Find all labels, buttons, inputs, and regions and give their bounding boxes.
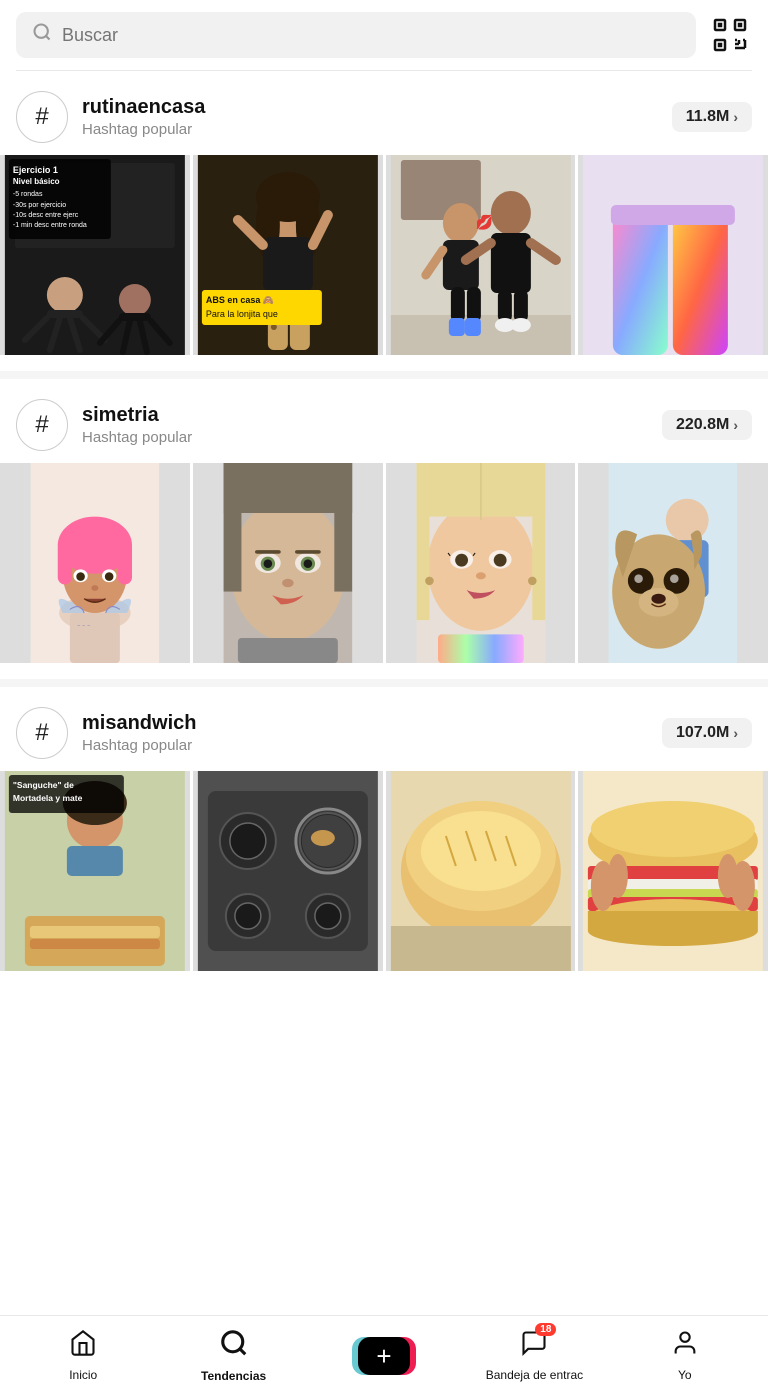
section-count-simetria[interactable]: 220.8M › [662, 410, 752, 440]
hashtag-icon-rutinaencasa: # [16, 91, 68, 143]
svg-text:"Sanguche" de: "Sanguche" de [13, 780, 74, 790]
nav-label-inicio: Inicio [69, 1368, 97, 1382]
thumb-item[interactable]: ABS en casa 🙈 Para la lonjita que [193, 155, 383, 355]
svg-text:💋: 💋 [475, 214, 492, 231]
home-icon [69, 1329, 97, 1364]
create-button[interactable]: + [358, 1337, 410, 1375]
section-header-misandwich: # misandwich Hashtag popular 107.0M › [0, 687, 768, 759]
thumb-item[interactable]: ~ ~ ~ [0, 463, 190, 663]
nav-item-tendencias[interactable]: Tendencias [158, 1328, 308, 1383]
search-container [0, 0, 768, 70]
thumb-item[interactable] [386, 771, 576, 971]
nav-item-inicio[interactable]: Inicio [8, 1329, 158, 1382]
section-count-rutinaencasa[interactable]: 11.8M › [672, 102, 752, 132]
svg-text:Mortadela y mate: Mortadela y mate [13, 793, 83, 803]
svg-text:~ ~ ~: ~ ~ ~ [77, 623, 91, 629]
thumb-grid-rutinaencasa: Ejercicio 1 Nivel básico -5 rondas -30s … [0, 155, 768, 355]
nav-item-inbox[interactable]: 18 Bandeja de entrac [459, 1329, 609, 1382]
search-bar[interactable] [16, 12, 696, 58]
section-misandwich: # misandwich Hashtag popular 107.0M › [0, 687, 768, 971]
bottom-nav: Inicio Tendencias + 18 Bandeja de entrac [0, 1315, 768, 1395]
section-count-misandwich[interactable]: 107.0M › [662, 718, 752, 748]
nav-item-yo[interactable]: Yo [610, 1329, 760, 1382]
svg-text:-10s desc entre ejerc: -10s desc entre ejerc [13, 212, 79, 219]
thumb-item[interactable] [386, 463, 576, 663]
section-simetria: # simetria Hashtag popular 220.8M › [0, 379, 768, 663]
svg-text:-30s por ejercicio: -30s por ejercicio [13, 202, 66, 209]
chevron-right-icon: › [733, 725, 738, 741]
inbox-badge: 18 [535, 1323, 556, 1336]
svg-text:Para la lonjita que: Para la lonjita que [206, 309, 278, 319]
thumb-item[interactable]: Ejercicio 1 Nivel básico -5 rondas -30s … [0, 155, 190, 355]
search-input[interactable] [62, 25, 680, 46]
search-icon [32, 22, 52, 48]
person-icon [671, 1329, 699, 1364]
thumb-item[interactable] [578, 155, 768, 355]
nav-label-tendencias: Tendencias [201, 1369, 266, 1383]
thumb-grid-simetria: ~ ~ ~ [0, 463, 768, 663]
section-title-rutinaencasa: rutinaencasa [82, 96, 205, 119]
section-subtitle-rutinaencasa: Hashtag popular [82, 121, 205, 138]
scan-icon[interactable] [708, 13, 752, 57]
chevron-right-icon: › [733, 417, 738, 433]
section-header-simetria: # simetria Hashtag popular 220.8M › [0, 379, 768, 451]
thumb-item[interactable] [578, 771, 768, 971]
svg-text:-5 rondas: -5 rondas [13, 191, 43, 198]
section-subtitle-simetria: Hashtag popular [82, 429, 192, 446]
inbox-icon: 18 [520, 1329, 548, 1364]
section-header-rutinaencasa: # rutinaencasa Hashtag popular 11.8M › [0, 71, 768, 143]
section-title-simetria: simetria [82, 404, 192, 427]
hashtag-icon-simetria: # [16, 399, 68, 451]
section-subtitle-misandwich: Hashtag popular [82, 737, 196, 754]
thumb-item[interactable]: 💋 [386, 155, 576, 355]
search-nav-icon [219, 1328, 249, 1365]
nav-label-yo: Yo [678, 1368, 692, 1382]
thumb-grid-misandwich: "Sanguche" de Mortadela y mate [0, 771, 768, 971]
section-rutinaencasa: # rutinaencasa Hashtag popular 11.8M › E… [0, 71, 768, 355]
section-title-misandwich: misandwich [82, 712, 196, 735]
hashtag-icon-misandwich: # [16, 707, 68, 759]
thumb-item[interactable]: "Sanguche" de Mortadela y mate [0, 771, 190, 971]
svg-text:Nivel básico: Nivel básico [13, 177, 60, 186]
svg-text:Ejercicio 1: Ejercicio 1 [13, 165, 58, 175]
svg-text:-1 min desc entre ronda: -1 min desc entre ronda [13, 222, 87, 229]
svg-text:ABS en casa 🙈: ABS en casa 🙈 [206, 295, 274, 305]
thumb-item[interactable] [193, 463, 383, 663]
chevron-right-icon: › [733, 109, 738, 125]
thumb-item[interactable] [193, 771, 383, 971]
plus-icon: + [376, 1343, 391, 1369]
thumb-item[interactable] [578, 463, 768, 663]
nav-item-create[interactable]: + [309, 1337, 459, 1375]
nav-label-inbox: Bandeja de entrac [486, 1368, 583, 1382]
